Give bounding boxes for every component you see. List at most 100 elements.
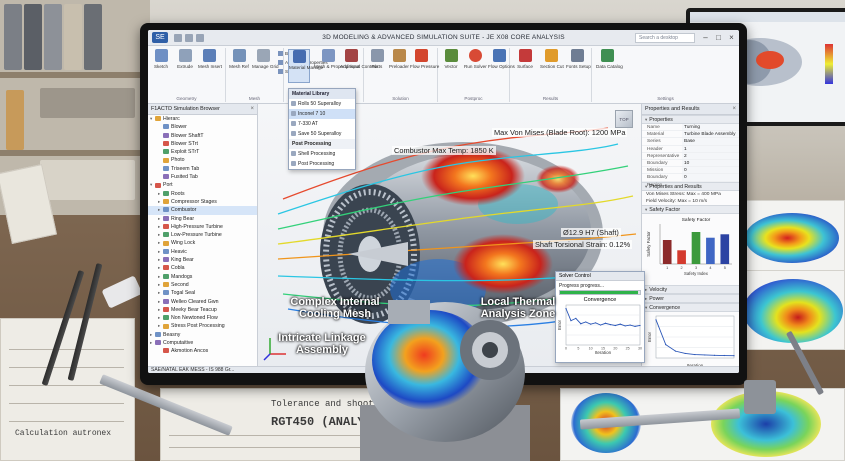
app-logo: SE	[152, 32, 168, 43]
tree-item[interactable]: ▸ Ring Bear	[148, 215, 257, 223]
tree-item[interactable]: ▸ Stress Post Processing	[148, 322, 257, 330]
ribbon-button-material[interactable]: Material Manage	[288, 49, 323, 83]
mesh-icon	[202, 49, 216, 62]
property-value[interactable]: 10	[682, 159, 739, 167]
property-value[interactable]: Base	[682, 138, 739, 145]
ribbon-button[interactable]: Mesh Insert	[198, 49, 222, 69]
post-processing-item[interactable]: Post Processing	[289, 159, 355, 169]
tree-item[interactable]: ▸ Heavic	[148, 248, 257, 256]
maximize-button[interactable]: □	[713, 32, 724, 43]
tree-item[interactable]: Akmotion Ancos	[148, 347, 257, 355]
convergence-section[interactable]: ▾ Convergence	[642, 302, 739, 312]
post-processing-header: Post Processing	[289, 139, 355, 149]
tree-item-label: Welleo Cleared Gwn	[171, 298, 219, 305]
tree-item[interactable]: ▸ Cobla	[148, 264, 257, 272]
property-row[interactable]: Boundary 10	[642, 159, 739, 168]
property-value[interactable]: Turning	[682, 124, 739, 131]
property-value[interactable]: 0	[682, 174, 739, 181]
data-point	[624, 325, 626, 327]
close-icon[interactable]: ×	[732, 104, 736, 115]
undo-icon[interactable]	[185, 33, 193, 42]
tree-item[interactable]: ▸ Compressor Stages	[148, 198, 257, 206]
property-row[interactable]: Mission 0	[642, 167, 739, 175]
material-item-selected[interactable]: Inconel 7 10	[289, 109, 355, 119]
x-axis-label: Safety Index	[684, 271, 709, 276]
x-axis-label: Iteration	[595, 350, 612, 355]
tree-item[interactable]: ▾ Hierarc	[148, 115, 257, 123]
material-icon	[292, 50, 306, 63]
save-icon[interactable]	[174, 33, 182, 42]
tree-item[interactable]: ▸ King Bear	[148, 256, 257, 264]
ribbon-button[interactable]: Manage Grid	[252, 49, 279, 69]
power-section[interactable]: ▸ Power	[642, 293, 739, 303]
results-section[interactable]: ▾ Properties and Results	[642, 181, 739, 191]
property-key: Header	[647, 146, 663, 152]
ribbon-button[interactable]: Extrude	[174, 49, 196, 69]
close-icon[interactable]: ×	[250, 104, 254, 115]
parts-icon	[370, 49, 384, 62]
data-point	[723, 354, 725, 356]
properties-section[interactable]: ▾ Properties	[642, 115, 739, 124]
tree-item[interactable]: ▸ Low-Pressure Turbine	[148, 231, 257, 239]
ribbon-button[interactable]: Additional Controls	[340, 49, 379, 69]
property-value[interactable]: 1	[682, 145, 739, 152]
material-item[interactable]: 7-330 AT	[289, 119, 355, 129]
minimize-button[interactable]: –	[700, 32, 711, 43]
ribbon-button[interactable]: Run Solver	[464, 49, 487, 69]
ribbon-button[interactable]: Preloader	[388, 49, 410, 69]
property-row[interactable]: Boundary Region 0	[642, 174, 739, 188]
velocity-section[interactable]: ▸ Velocity	[642, 284, 739, 294]
property-value[interactable]: 0	[682, 167, 739, 174]
ribbon-button[interactable]: Flow Options	[488, 49, 515, 69]
tree-item[interactable]: ▸ High-Pressure Turbine	[148, 223, 257, 231]
property-row[interactable]: Representative 2	[642, 152, 739, 160]
view-cube[interactable]: TOP	[615, 110, 633, 128]
redo-icon[interactable]	[196, 33, 204, 42]
tree-item[interactable]: ▾ Port	[148, 181, 257, 189]
material-item[interactable]: Rolls 50 Superalloy	[289, 99, 355, 109]
property-row[interactable]: Series Base	[642, 138, 739, 146]
safety-bar	[677, 249, 686, 264]
property-row[interactable]: Material Turbine Blade Assembly	[642, 131, 739, 139]
tree-item[interactable]: Blower	[148, 123, 257, 131]
tree-item[interactable]: ▸ Beasny	[148, 331, 257, 339]
ribbon-button[interactable]: Vector	[440, 49, 462, 69]
material-item[interactable]: Save 50 Superalloy	[289, 129, 355, 139]
tree-item[interactable]: Blower ShaftT	[148, 132, 257, 140]
search-input[interactable]: Search a desktop	[635, 33, 695, 43]
quick-access-toolbar	[174, 33, 204, 42]
tree-item[interactable]: ▸ Togal Seal	[148, 289, 257, 297]
section-icon	[544, 49, 558, 62]
ribbon-button[interactable]: Section Cut	[540, 49, 564, 69]
tree-item[interactable]: ▸ Non Newtoned Flow	[148, 314, 257, 322]
ribbon-button[interactable]: Surface	[514, 49, 536, 69]
ribbon-button[interactable]: Data Catalog	[596, 49, 623, 69]
tree-item[interactable]: Exploit STrT	[148, 148, 257, 156]
tree-item[interactable]: Fusited Tab	[148, 173, 257, 181]
property-row[interactable]: Name Turning	[642, 124, 739, 132]
property-value[interactable]: 2	[682, 152, 739, 159]
tree-item[interactable]: Triseem Tab	[148, 165, 257, 173]
post-processing-item[interactable]: Shell Processing	[289, 149, 355, 159]
safety-section[interactable]: ▾ Safety Factor	[642, 204, 739, 214]
tree-item[interactable]: ▸ Wing Lock	[148, 239, 257, 247]
tree-item[interactable]: ▸ Second	[148, 281, 257, 289]
ribbon-button[interactable]: Fonts Setup	[566, 49, 591, 69]
ribbon-button[interactable]: Mesh & Property Input	[314, 49, 360, 69]
tree-item[interactable]: ▸ Meeky Bear Teacup	[148, 306, 257, 314]
property-row[interactable]: Header 1	[642, 145, 739, 153]
close-button[interactable]: ×	[726, 32, 737, 43]
tree-item[interactable]: Photo	[148, 156, 257, 164]
tree-item[interactable]: ▸ Welleo Cleared Gwn	[148, 298, 257, 306]
ribbon-button[interactable]: Mesh Ref	[228, 49, 250, 69]
ribbon-button[interactable]: Flow Pressure	[410, 49, 439, 69]
property-value[interactable]: Turbine Blade Assembly	[682, 131, 739, 138]
tree-item[interactable]: ▸ Mandogs	[148, 273, 257, 281]
tree-item[interactable]: ▸ Computaitive	[148, 339, 257, 347]
tree-item[interactable]: ▸ Roots	[148, 190, 257, 198]
tree-item[interactable]: Blower STrt	[148, 140, 257, 148]
ribbon-button[interactable]: Sketch	[150, 49, 172, 69]
ribbon-button[interactable]: Parts	[366, 49, 388, 69]
tree-item[interactable]: ▸ Combustor	[148, 206, 257, 215]
data-point	[694, 353, 696, 355]
